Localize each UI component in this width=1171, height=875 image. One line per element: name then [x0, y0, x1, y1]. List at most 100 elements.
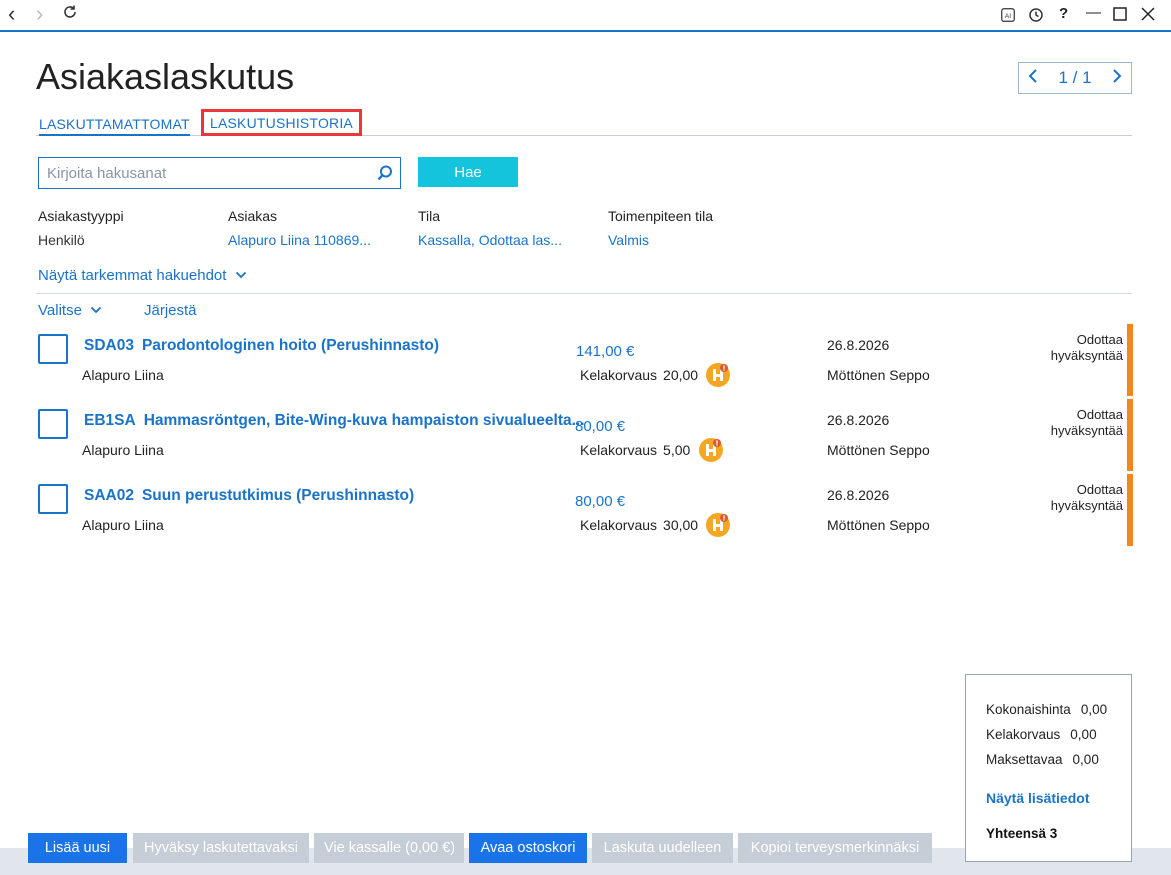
copy-to-health-record-button[interactable]: Kopioi terveysmerkinnäksi [738, 833, 932, 863]
back-icon[interactable]: ‹ [8, 1, 15, 27]
previous-page-icon[interactable] [1027, 68, 1039, 89]
show-details-link[interactable]: Näytä lisätiedot [986, 790, 1089, 806]
kela-refund: Kelakorvaus 20,00 [580, 367, 698, 383]
minimize-icon[interactable]: — [1086, 4, 1101, 21]
practitioner: Möttönen Seppo [827, 367, 930, 383]
procedure-code: EB1SA [84, 412, 136, 429]
date: 26.8.2026 [827, 337, 890, 353]
filter-customer-type: Asiakastyyppi Henkilö [38, 208, 124, 248]
list-item[interactable]: SDA03 Parodontologinen hoito (Perushinnas… [36, 324, 1133, 396]
tab-laskutushistoria[interactable]: LASKUTUSHISTORIA [201, 109, 362, 136]
kela-label: Kelakorvaus [580, 367, 658, 383]
status-stripe [1127, 474, 1133, 546]
status-stripe [1127, 324, 1133, 396]
filter-procedure-status: Toimenpiteen tila Valmis [608, 208, 713, 248]
next-page-icon[interactable] [1111, 68, 1123, 89]
tab-laskuttamattomat[interactable]: LASKUTTAMATTOMAT [39, 116, 190, 136]
status-line: Odottaa [1076, 332, 1123, 347]
status-line: hyväksyntää [1050, 498, 1123, 513]
chevron-down-icon [90, 306, 102, 314]
select-menu[interactable]: Valitse [38, 302, 102, 319]
row-title[interactable]: SDA03 Parodontologinen hoito (Perushinnas… [84, 337, 439, 355]
kela-value: 5,00 [663, 442, 691, 458]
close-icon[interactable] [1141, 7, 1155, 25]
row-checkbox[interactable] [38, 484, 68, 514]
more-filters-link[interactable]: Näytä tarkemmat hakuehdot [38, 267, 247, 284]
status-stripe [1127, 399, 1133, 471]
procedure-name: Hammasröntgen, Bite-Wing-kuva hampaiston… [143, 412, 585, 429]
pager: 1 / 1 [1018, 62, 1132, 94]
kela-refund: Kelakorvaus 30,00 [580, 517, 698, 533]
row-checkbox[interactable] [38, 334, 68, 364]
filter-label: Toimenpiteen tila [608, 208, 714, 224]
summary-value: 0,00 [1080, 702, 1108, 717]
practitioner: Möttönen Seppo [827, 517, 930, 533]
page-title: Asiakaslaskutus [36, 56, 295, 97]
filter-status: Tila Kassalla, Odottaa las... [418, 208, 562, 248]
summary-payable: Maksettavaa 0,00 [986, 752, 1099, 767]
help-icon[interactable]: ? [1059, 5, 1068, 22]
price: 80,00 € [575, 418, 626, 435]
history-icon[interactable] [1028, 7, 1044, 27]
row-checkbox[interactable] [38, 409, 68, 439]
sort-button[interactable]: Järjestä [144, 302, 197, 319]
row-title[interactable]: EB1SA Hammasröntgen, Bite-Wing-kuva hampa… [84, 412, 585, 430]
ai-icon[interactable]: AI [1001, 8, 1015, 26]
maximize-icon[interactable] [1113, 7, 1127, 25]
filter-customer: Asiakas Alapuro Liina 110869... [228, 208, 371, 248]
customer-name: Alapuro Liina [82, 442, 164, 458]
filter-value-link[interactable]: Kassalla, Odottaa las... [418, 232, 562, 248]
filter-value-link[interactable]: Valmis [608, 232, 713, 248]
status-line: Odottaa [1076, 407, 1123, 422]
svg-text:AI: AI [1005, 13, 1011, 20]
procedure-name: Parodontologinen hoito (Perushinnasto) [141, 337, 440, 354]
practitioner: Möttönen Seppo [827, 442, 930, 458]
reload-icon[interactable] [62, 4, 78, 25]
price: 141,00 € [576, 343, 635, 360]
total-count: Yhteensä 3 [986, 826, 1058, 841]
filter-value: Henkilö [38, 232, 85, 248]
kela-value: 30,00 [663, 517, 699, 533]
search-button[interactable]: Hae [418, 157, 518, 187]
kela-badge-icon [706, 363, 730, 387]
divider [36, 293, 1132, 294]
summary-panel: Kokonaishinta 0,00 Kelakorvaus 0,00 Makset… [965, 674, 1132, 862]
search-icon[interactable] [376, 164, 394, 182]
status-line: hyväksyntää [1050, 423, 1123, 438]
more-filters-label: Näytä tarkemmat hakuehdot [38, 267, 227, 284]
tab-bar: LASKUTTAMATTOMAT LASKUTUSHISTORIA [36, 109, 1132, 136]
status-badge: Odottaa hyväksyntää [1051, 482, 1123, 514]
search-input[interactable] [39, 158, 369, 188]
approve-button[interactable]: Hyväksy laskutettavaksi [133, 833, 309, 863]
customer-name: Alapuro Liina [82, 367, 164, 383]
search-box [38, 157, 401, 189]
date: 26.8.2026 [827, 412, 890, 428]
kela-badge-icon [699, 438, 723, 462]
open-cart-button[interactable]: Avaa ostoskori [469, 833, 587, 863]
status-line: Odottaa [1076, 482, 1123, 497]
rebill-button[interactable]: Laskuta uudelleen [592, 833, 733, 863]
window-toolbar: ‹ › AI ? — [0, 0, 1171, 32]
forward-icon[interactable]: › [36, 1, 43, 27]
filter-label: Asiakas [228, 208, 278, 224]
kela-badge-icon [706, 513, 730, 537]
summary-label: Maksettavaa [986, 752, 1063, 767]
filter-value-link[interactable]: Alapuro Liina 110869... [228, 232, 371, 248]
status-badge: Odottaa hyväksyntää [1051, 407, 1123, 439]
summary-value: 0,00 [1070, 727, 1097, 742]
filter-label: Asiakastyyppi [38, 208, 124, 224]
summary-kela: Kelakorvaus 0,00 [986, 727, 1097, 742]
kela-label: Kelakorvaus [580, 442, 658, 458]
chevron-down-icon [235, 271, 246, 279]
list-item[interactable]: EB1SA Hammasröntgen, Bite-Wing-kuva hampa… [36, 399, 1133, 471]
row-title[interactable]: SAA02 Suun perustutkimus (Perushinnasto) [84, 487, 414, 505]
filter-label: Tila [418, 208, 441, 224]
procedure-name: Suun perustutkimus (Perushinnasto) [141, 487, 415, 504]
to-checkout-button[interactable]: Vie kassalle (0,00 €) [314, 833, 464, 863]
add-new-button[interactable]: Lisää uusi [28, 833, 127, 863]
kela-value: 20,00 [663, 367, 699, 383]
kela-label: Kelakorvaus [580, 517, 658, 533]
summary-value: 0,00 [1072, 752, 1099, 767]
kela-refund: Kelakorvaus 5,00 [580, 442, 690, 458]
list-item[interactable]: SAA02 Suun perustutkimus (Perushinnasto) … [36, 474, 1133, 546]
